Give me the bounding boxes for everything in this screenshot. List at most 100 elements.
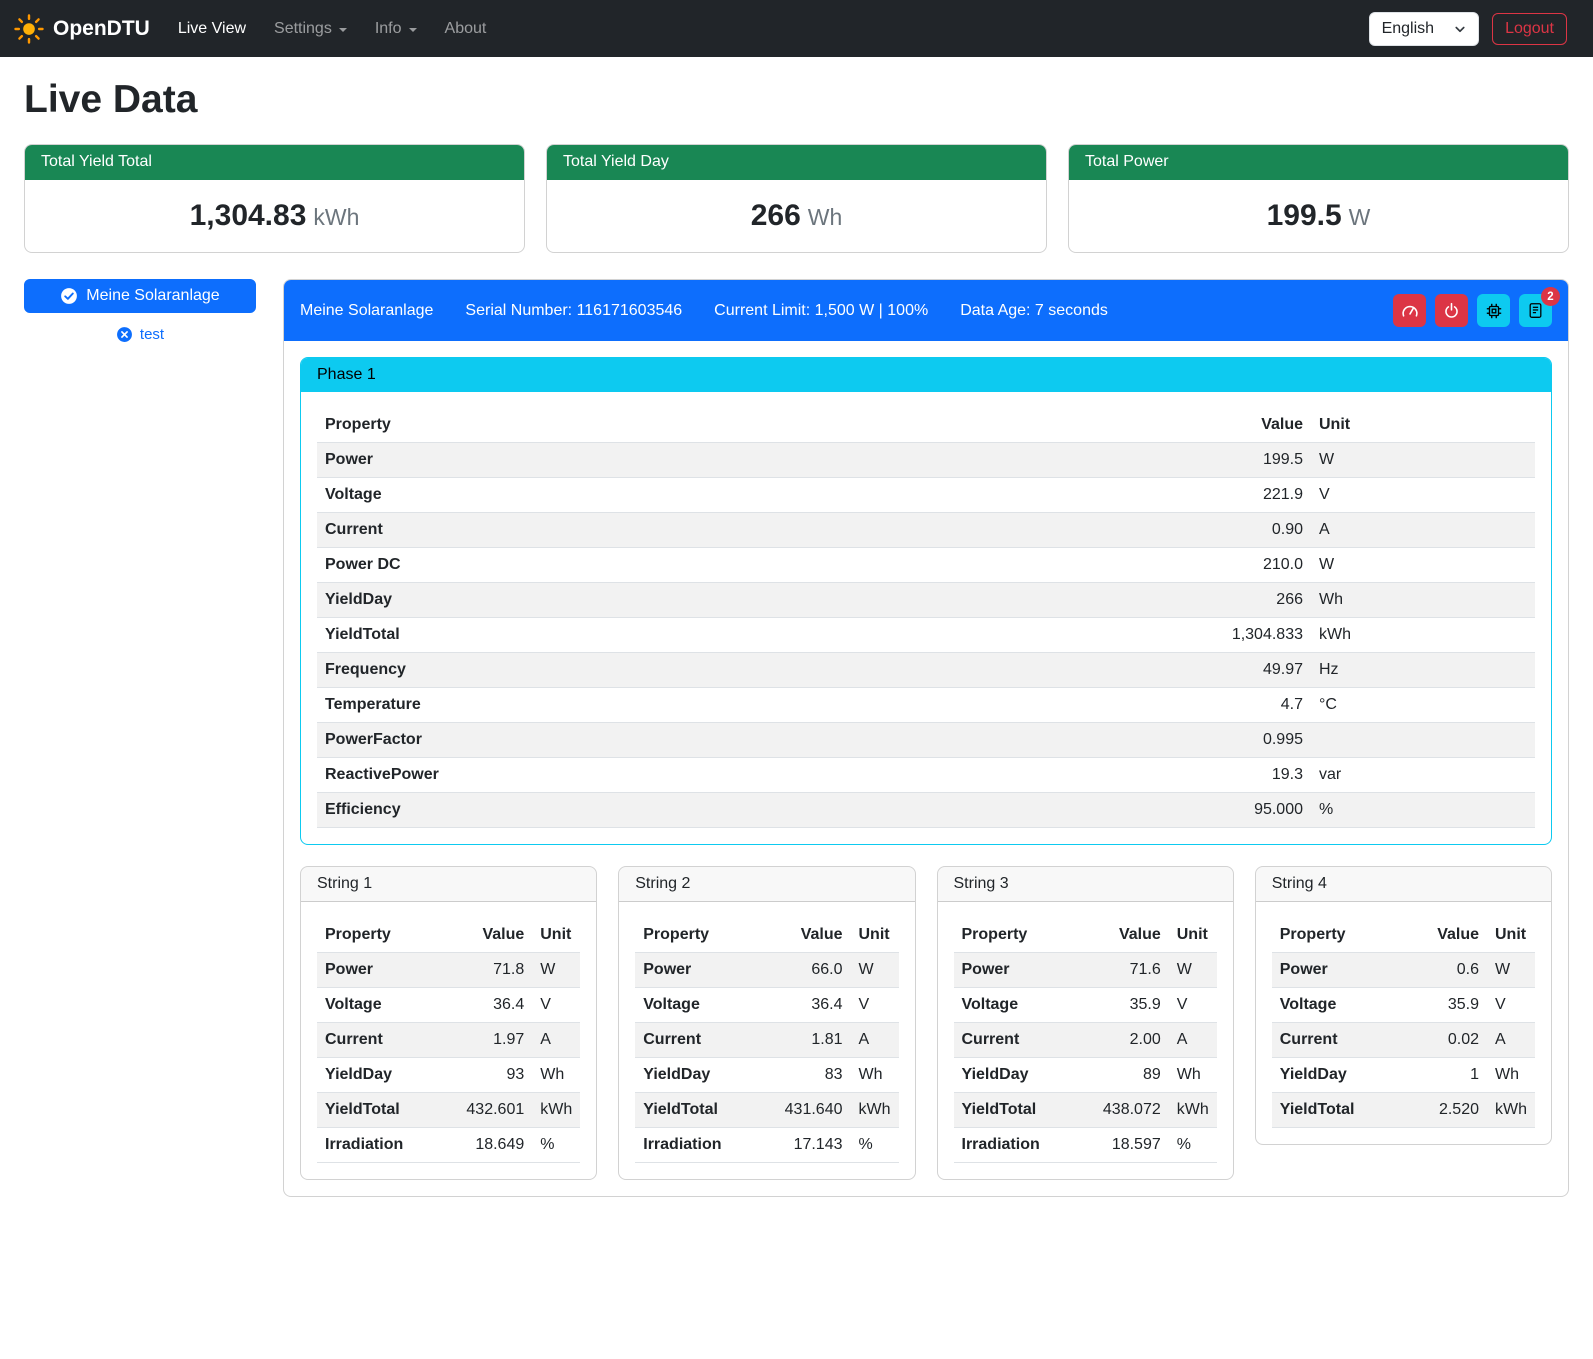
language-select[interactable]: English <box>1369 12 1479 46</box>
row-property: YieldTotal <box>954 1093 1095 1128</box>
row-property: Irradiation <box>954 1128 1095 1163</box>
phase-card-body: Property Value Unit Power <box>301 392 1551 844</box>
row-unit: Wh <box>1311 583 1535 618</box>
row-property: YieldDay <box>317 1058 458 1093</box>
row-property: Current <box>317 513 1201 548</box>
row-unit: Hz <box>1311 653 1535 688</box>
power-icon <box>1443 302 1460 319</box>
table-row: Voltage 36.4 V <box>317 988 580 1023</box>
journal-text-icon <box>1527 302 1544 319</box>
row-value: 71.6 <box>1095 953 1169 988</box>
row-value: 4.7 <box>1201 688 1311 723</box>
table-row: YieldDay 1 Wh <box>1272 1058 1535 1093</box>
event-log-button[interactable]: 2 <box>1519 294 1552 327</box>
brand-link[interactable]: OpenDTU <box>14 14 150 44</box>
table-row: Voltage 221.9 V <box>317 478 1535 513</box>
string-card: String 4 Property Value Unit <box>1255 866 1552 1145</box>
string-card: String 1 Property Value Unit <box>300 866 597 1180</box>
nav-item-about[interactable]: About <box>431 12 501 46</box>
table-row: YieldDay 93 Wh <box>317 1058 580 1093</box>
table-row: Power DC 210.0 W <box>317 548 1535 583</box>
row-unit: % <box>1311 793 1535 828</box>
inverter-name: test <box>140 326 164 343</box>
row-property: PowerFactor <box>317 723 1201 758</box>
row-unit: var <box>1311 758 1535 793</box>
row-value: 221.9 <box>1201 478 1311 513</box>
table-row: Efficiency 95.000 % <box>317 793 1535 828</box>
column-header-value: Value <box>458 918 532 953</box>
row-property: YieldDay <box>1272 1058 1415 1093</box>
row-unit <box>1311 723 1535 758</box>
string-table: Property Value Unit <box>317 918 580 1163</box>
row-unit: V <box>1169 988 1217 1023</box>
device-settings-button[interactable] <box>1477 294 1510 327</box>
table-row: Power 71.6 W <box>954 953 1217 988</box>
row-property: Efficiency <box>317 793 1201 828</box>
table-row: Irradiation 18.649 % <box>317 1128 580 1163</box>
row-value: 266 <box>1201 583 1311 618</box>
summary-card-body: 1,304.83kWh <box>25 180 524 252</box>
row-value: 35.9 <box>1095 988 1169 1023</box>
table-row: Temperature 4.7 °C <box>317 688 1535 723</box>
row-property: Voltage <box>1272 988 1415 1023</box>
row-value: 0.02 <box>1415 1023 1487 1058</box>
row-property: Power <box>1272 953 1415 988</box>
row-property: Power <box>954 953 1095 988</box>
summary-card: Total Yield Day 266Wh <box>546 144 1047 253</box>
nav-item-live-view[interactable]: Live View <box>164 12 260 46</box>
row-unit: V <box>1487 988 1535 1023</box>
table-row: Frequency 49.97 Hz <box>317 653 1535 688</box>
summary-card-body: 266Wh <box>547 180 1046 252</box>
nav-item-settings[interactable]: Settings <box>260 12 361 46</box>
table-row: YieldTotal 1,304.833 kWh <box>317 618 1535 653</box>
inverter-list-item-test[interactable]: test <box>24 326 256 343</box>
string-table: Property Value Unit <box>954 918 1217 1163</box>
summary-value: 199.5 <box>1267 199 1342 232</box>
row-property: YieldTotal <box>317 618 1201 653</box>
row-value: 93 <box>458 1058 532 1093</box>
power-button[interactable] <box>1435 294 1468 327</box>
row-unit: A <box>1311 513 1535 548</box>
navbar-right: English Logout <box>1369 12 1567 46</box>
row-property: Current <box>1272 1023 1415 1058</box>
logout-button[interactable]: Logout <box>1492 13 1567 45</box>
limit-settings-button[interactable] <box>1393 294 1426 327</box>
column-header-property: Property <box>954 918 1095 953</box>
row-value: 1.97 <box>458 1023 532 1058</box>
row-unit: % <box>851 1128 899 1163</box>
inverter-serial: Serial Number: 116171603546 <box>465 302 682 320</box>
summary-value: 266 <box>751 199 801 232</box>
table-row: YieldDay 89 Wh <box>954 1058 1217 1093</box>
row-unit: kWh <box>1487 1093 1535 1128</box>
row-property: Power <box>635 953 776 988</box>
string-table-body: Power 66.0 W Voltage 36.4 <box>635 953 898 1163</box>
page-title: Live Data <box>24 78 1569 122</box>
row-property: YieldTotal <box>1272 1093 1415 1128</box>
column-header-property: Property <box>635 918 776 953</box>
table-row: Voltage 36.4 V <box>635 988 898 1023</box>
nav-item-info[interactable]: Info <box>361 12 431 46</box>
row-property: Voltage <box>317 478 1201 513</box>
row-unit: W <box>532 953 580 988</box>
inverter-current-limit: Current Limit: 1,500 W | 100% <box>714 302 928 320</box>
phase-title: Phase 1 <box>301 358 1551 392</box>
inverter-list-item-selected[interactable]: Meine Solaranlage <box>24 279 256 313</box>
inverter-title: Meine Solaranlage <box>300 302 433 320</box>
row-unit: A <box>532 1023 580 1058</box>
row-value: 1,304.833 <box>1201 618 1311 653</box>
language-selected-value: English <box>1382 20 1434 38</box>
row-property: ReactivePower <box>317 758 1201 793</box>
table-row: Irradiation 17.143 % <box>635 1128 898 1163</box>
chevron-down-icon <box>1454 23 1466 35</box>
row-value: 36.4 <box>458 988 532 1023</box>
table-row: PowerFactor 0.995 <box>317 723 1535 758</box>
row-property: YieldDay <box>317 583 1201 618</box>
row-unit: kWh <box>1169 1093 1217 1128</box>
inverter-actions: 2 <box>1393 294 1552 327</box>
string-card: String 3 Property Value Unit <box>937 866 1234 1180</box>
row-value: 35.9 <box>1415 988 1487 1023</box>
row-property: Voltage <box>317 988 458 1023</box>
table-row: Power 0.6 W <box>1272 953 1535 988</box>
row-unit: Wh <box>532 1058 580 1093</box>
row-property: Current <box>317 1023 458 1058</box>
